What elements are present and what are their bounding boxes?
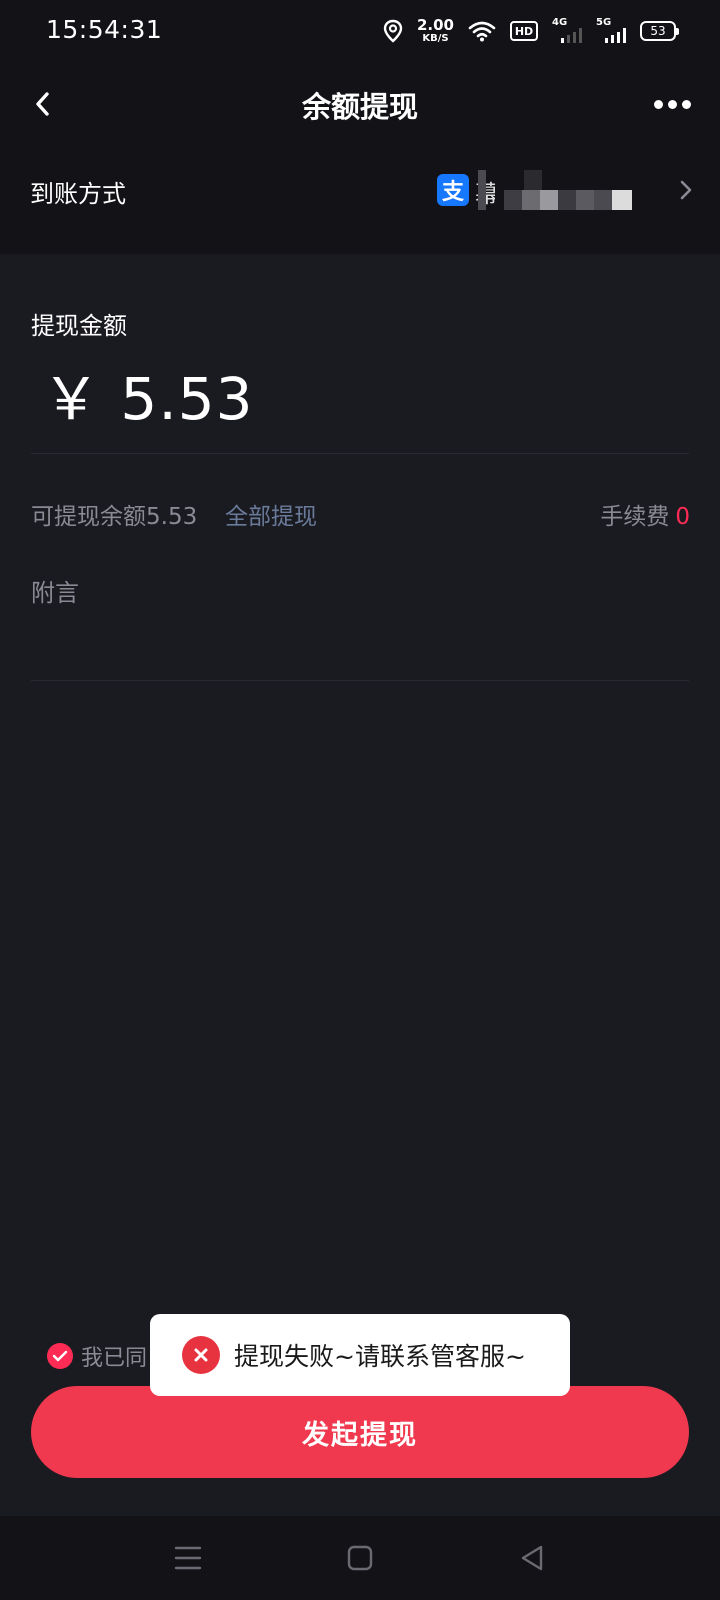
wifi-icon [468,21,496,42]
back-triangle-icon [521,1545,543,1571]
signal-4g: 4G [552,17,582,43]
withdraw-page: 15:54:31 2.00 KB/S HD 4G 5G 53 余额提现 到账方式… [0,0,720,1600]
status-bar: 15:54:31 2.00 KB/S HD 4G 5G 53 [0,0,720,64]
signal-icon [605,28,626,43]
home-button[interactable] [340,1538,380,1578]
error-toast: 提现失败~请联系管客服~ [150,1314,570,1396]
fee-label: 手续费 [600,504,670,530]
toast-message: 提现失败~请联系管客服~ [234,1342,526,1371]
amount-input[interactable]: ￥ 5.53 [42,352,254,436]
location-icon [383,19,403,43]
error-icon [182,1336,220,1374]
network-speed: 2.00 KB/S [417,18,454,44]
agreement-row[interactable]: 我已同 [47,1340,147,1372]
fee-value: 0 [675,504,690,530]
battery-icon: 53 [640,21,679,41]
chevron-right-icon [680,180,692,200]
signal-5g: 5G [596,17,626,43]
nav-bar: 余额提现 [0,64,720,144]
menu-icon [174,1546,202,1570]
system-back-button[interactable] [512,1538,552,1578]
status-time: 15:54:31 [46,15,163,44]
divider [31,680,689,681]
submit-withdraw-button[interactable]: 发起提现 [31,1386,689,1478]
close-icon [194,1348,208,1362]
signal-icon [561,28,582,43]
divider [31,453,689,454]
home-icon [347,1545,373,1571]
fee-info: 手续费 0 [600,497,690,531]
payment-method-row[interactable]: 到账方式 支 幕 [0,150,720,230]
account-mosaic [478,170,648,210]
payment-method-label: 到账方式 [30,180,126,208]
more-dots-icon [653,99,663,109]
checkbox-checked[interactable] [47,1343,73,1369]
available-balance: 可提现余额5.53 [31,504,198,530]
system-nav-bar [0,1516,720,1600]
remark-input[interactable]: 附言 [31,573,79,608]
hd-badge: HD [510,21,538,41]
speed-value: 2.00 [416,16,454,34]
agreement-text: 我已同 [81,1346,148,1371]
check-icon [52,1350,68,1362]
status-icons: 2.00 KB/S HD 4G 5G 53 [383,14,679,48]
page-title: 余额提现 [301,90,418,124]
alipay-icon: 支 [437,174,469,206]
menu-button[interactable] [168,1538,208,1578]
more-button[interactable] [650,86,694,122]
amount-label: 提现金额 [31,312,127,340]
withdraw-all-link[interactable]: 全部提现 [225,497,317,531]
speed-unit: KB/S [422,33,449,44]
